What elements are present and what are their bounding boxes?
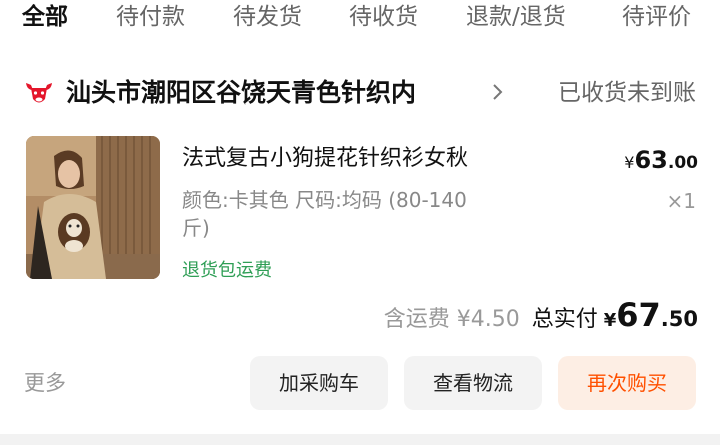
tab-pending-shipment[interactable]: 待发货 bbox=[233, 2, 302, 32]
product-sku: 颜色:卡其色 尺码:均码 (80-140 斤) bbox=[182, 188, 467, 240]
tab-refund-return[interactable]: 退款/退货 bbox=[466, 2, 566, 32]
shipping-fee: 含运费 ¥4.50 bbox=[383, 307, 520, 332]
tab-pending-payment[interactable]: 待付款 bbox=[116, 2, 185, 32]
shop-header[interactable]: 汕头市潮阳区谷饶天青色针织内 已收货未到账 bbox=[0, 72, 720, 116]
product-quantity: ×1 bbox=[666, 189, 696, 213]
total-price: ¥67.50 bbox=[604, 296, 698, 334]
total-label: 总实付 bbox=[531, 307, 598, 332]
price-decimal: .00 bbox=[667, 153, 698, 173]
tab-all[interactable]: 全部 bbox=[22, 2, 68, 32]
price-integer: 63 bbox=[634, 146, 668, 174]
more-button[interactable]: 更多 bbox=[24, 368, 66, 398]
total-integer: 67 bbox=[616, 296, 661, 334]
total-currency: ¥ bbox=[603, 310, 617, 331]
buy-again-button[interactable]: 再次购买 bbox=[558, 356, 696, 410]
order-status: 已收货未到账 bbox=[558, 80, 696, 106]
chevron-right-icon bbox=[486, 81, 508, 103]
total-decimal: .50 bbox=[660, 307, 698, 331]
add-to-cart-button[interactable]: 加采购车 bbox=[250, 356, 388, 410]
free-return-shipping-tag: 退货包运费 bbox=[182, 260, 272, 281]
product-image[interactable] bbox=[26, 136, 160, 279]
bull-head-icon bbox=[24, 78, 54, 108]
section-divider bbox=[0, 434, 720, 445]
order-tabs: 全部 待付款 待发货 待收货 退款/退货 待评价 bbox=[0, 0, 720, 40]
tab-pending-receipt[interactable]: 待收货 bbox=[349, 2, 418, 32]
shop-name: 汕头市潮阳区谷饶天青色针织内 bbox=[66, 78, 417, 107]
view-logistics-button[interactable]: 查看物流 bbox=[404, 356, 542, 410]
product-price: ¥63.00 bbox=[624, 146, 698, 177]
product-title[interactable]: 法式复古小狗提花针织衫女秋 bbox=[182, 144, 468, 174]
price-currency: ¥ bbox=[624, 153, 635, 172]
tab-pending-review[interactable]: 待评价 bbox=[622, 2, 691, 32]
order-total-row: 含运费 ¥4.50 总实付 ¥67.50 bbox=[384, 296, 698, 336]
